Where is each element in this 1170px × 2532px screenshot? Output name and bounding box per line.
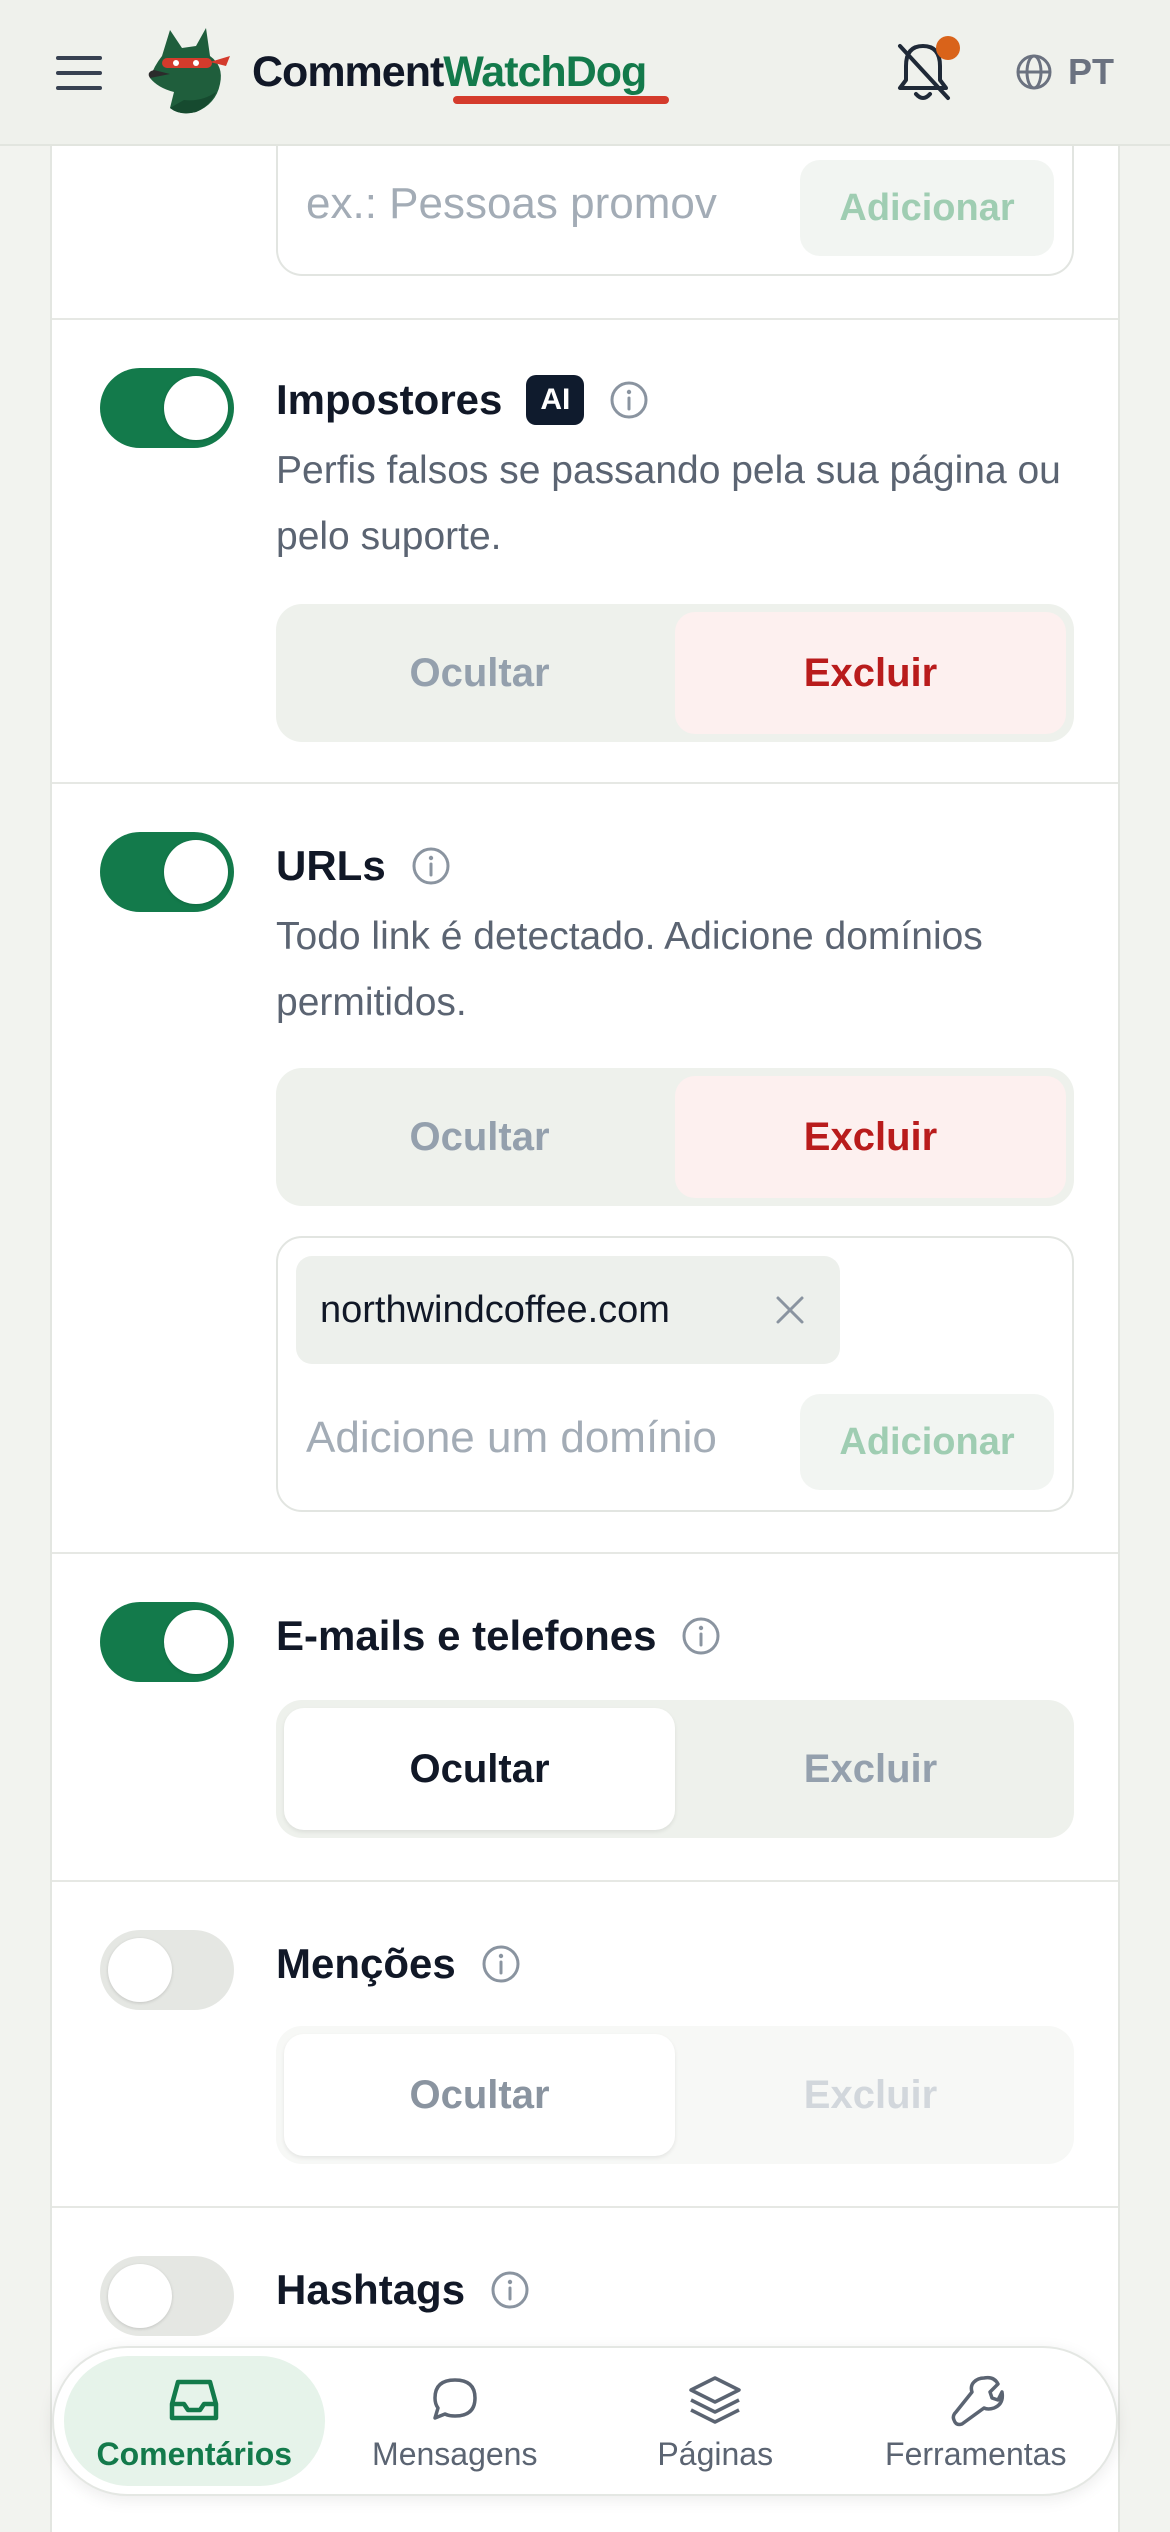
- rule-title: Menções: [276, 1940, 456, 1987]
- keyword-input[interactable]: [306, 168, 776, 240]
- nav-label: Páginas: [657, 2435, 774, 2472]
- chat-bubble-icon: [433, 2377, 477, 2420]
- info-icon[interactable]: [489, 2269, 531, 2311]
- app-header: CommentWatchDog PT: [0, 0, 1170, 146]
- brand-underline: [453, 96, 669, 104]
- toggle-knob: [164, 840, 228, 904]
- mentions-toggle[interactable]: [100, 1930, 234, 2010]
- mentions-title-row: Menções: [276, 1934, 522, 1994]
- nav-label: Mensagens: [372, 2435, 538, 2472]
- emails-phones-title-row: E-mails e telefones: [276, 1606, 722, 1666]
- nav-item-comentarios[interactable]: Comentários: [64, 2356, 325, 2486]
- toggle-knob: [108, 2264, 172, 2328]
- section-divider: [52, 1880, 1118, 1882]
- mentions-action-selector: Ocultar Excluir: [276, 2026, 1074, 2164]
- toggle-knob: [164, 1610, 228, 1674]
- rules-card: Adicionar Impostores AI Perfis falsos se…: [50, 146, 1120, 2532]
- keyword-input-row: Adicionar: [278, 148, 1072, 260]
- add-keyword-button[interactable]: Adicionar: [800, 160, 1054, 256]
- section-divider: [52, 2206, 1118, 2208]
- nav-item-mensagens[interactable]: Mensagens: [325, 2356, 586, 2486]
- urls-toggle[interactable]: [100, 832, 234, 912]
- domain-input[interactable]: [306, 1402, 776, 1474]
- add-domain-button[interactable]: Adicionar: [800, 1394, 1054, 1490]
- layers-icon: [689, 2375, 741, 2424]
- globe-icon: [1016, 54, 1052, 90]
- rule-description: Perfis falsos se passando pela sua págin…: [276, 449, 1061, 558]
- rule-title: E-mails e telefones: [276, 1612, 657, 1659]
- menu-icon[interactable]: [56, 56, 102, 90]
- hide-option[interactable]: Ocultar: [284, 1708, 675, 1830]
- hashtags-toggle[interactable]: [100, 2256, 234, 2336]
- watchdog-logo-icon: [148, 28, 230, 114]
- section-divider: [52, 318, 1118, 320]
- delete-option[interactable]: Excluir: [675, 1076, 1066, 1198]
- urls-title-row: URLs: [276, 836, 452, 896]
- brand-name: CommentWatchDog: [252, 48, 647, 96]
- inbox-icon: [170, 2379, 219, 2420]
- info-icon[interactable]: [480, 1943, 522, 1985]
- rule-title: Impostores: [276, 376, 503, 423]
- hide-option[interactable]: Ocultar: [284, 2034, 675, 2156]
- emails-phones-toggle[interactable]: [100, 1602, 234, 1682]
- impostores-title-row: Impostores AI: [276, 370, 650, 430]
- notification-dot: [936, 36, 960, 60]
- section-divider: [52, 782, 1118, 784]
- nav-label: Ferramentas: [885, 2435, 1067, 2472]
- domain-chip-label: northwindcoffee.com: [320, 1288, 670, 1331]
- info-icon[interactable]: [410, 845, 452, 887]
- ai-badge: AI: [526, 375, 585, 425]
- rule-description: Todo link é detectado. Adicione domínios…: [276, 915, 983, 1024]
- delete-option[interactable]: Excluir: [675, 2034, 1066, 2156]
- impostores-toggle[interactable]: [100, 368, 234, 448]
- hide-option[interactable]: Ocultar: [284, 1076, 675, 1198]
- urls-action-selector: Ocultar Excluir: [276, 1068, 1074, 1206]
- nav-item-paginas[interactable]: Páginas: [585, 2356, 846, 2486]
- info-icon[interactable]: [680, 1615, 722, 1657]
- toggle-knob: [164, 376, 228, 440]
- nav-label: Comentários: [96, 2435, 293, 2472]
- domain-chip: northwindcoffee.com: [296, 1256, 840, 1364]
- domain-input-row: Adicionar: [278, 1382, 1072, 1494]
- rule-title: URLs: [276, 842, 386, 889]
- remove-domain-icon[interactable]: [770, 1290, 810, 1330]
- wrench-icon: [951, 2375, 1004, 2426]
- delete-option[interactable]: Excluir: [675, 612, 1066, 734]
- section-divider: [52, 1552, 1118, 1554]
- allowed-domains-box: northwindcoffee.com Adicionar: [276, 1236, 1074, 1512]
- info-icon[interactable]: [608, 379, 650, 421]
- toggle-knob: [108, 1938, 172, 2002]
- impostores-action-selector: Ocultar Excluir: [276, 604, 1074, 742]
- bottom-navigation: Comentários Mensagens Páginas Ferramenta…: [52, 2346, 1118, 2496]
- emails-phones-action-selector: Ocultar Excluir: [276, 1700, 1074, 1838]
- delete-option[interactable]: Excluir: [675, 1708, 1066, 1830]
- language-code: PT: [1068, 51, 1115, 92]
- keyword-input-box: Adicionar: [276, 146, 1074, 276]
- hashtags-title-row: Hashtags: [276, 2260, 531, 2320]
- nav-item-ferramentas[interactable]: Ferramentas: [846, 2356, 1107, 2486]
- hide-option[interactable]: Ocultar: [284, 612, 675, 734]
- language-switcher[interactable]: PT: [1014, 48, 1114, 96]
- rule-title: Hashtags: [276, 2266, 466, 2313]
